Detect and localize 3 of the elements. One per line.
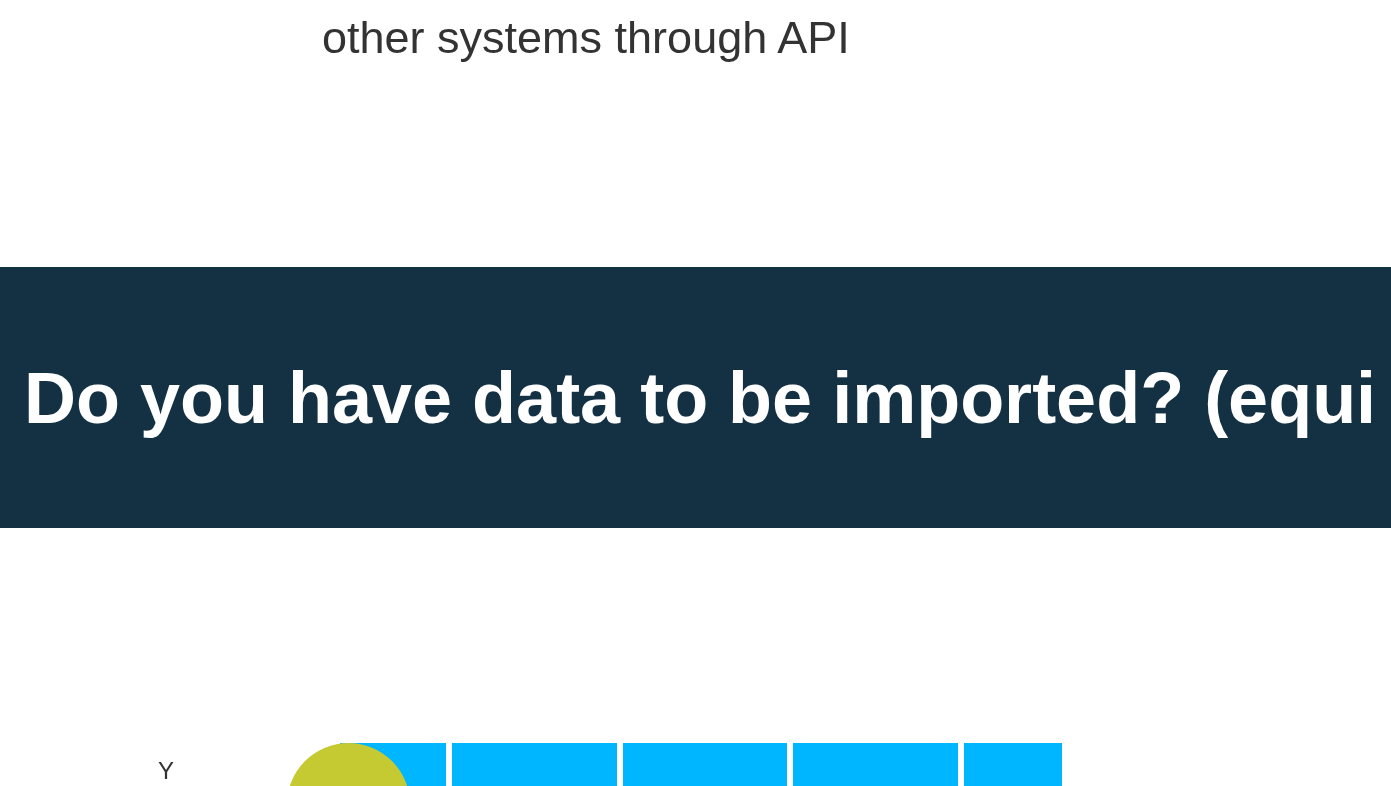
intro-text: other systems through API [322, 11, 850, 65]
answer-label: Y [158, 757, 174, 785]
banner-title: Do you have data to be imported? (equi [24, 356, 1377, 440]
